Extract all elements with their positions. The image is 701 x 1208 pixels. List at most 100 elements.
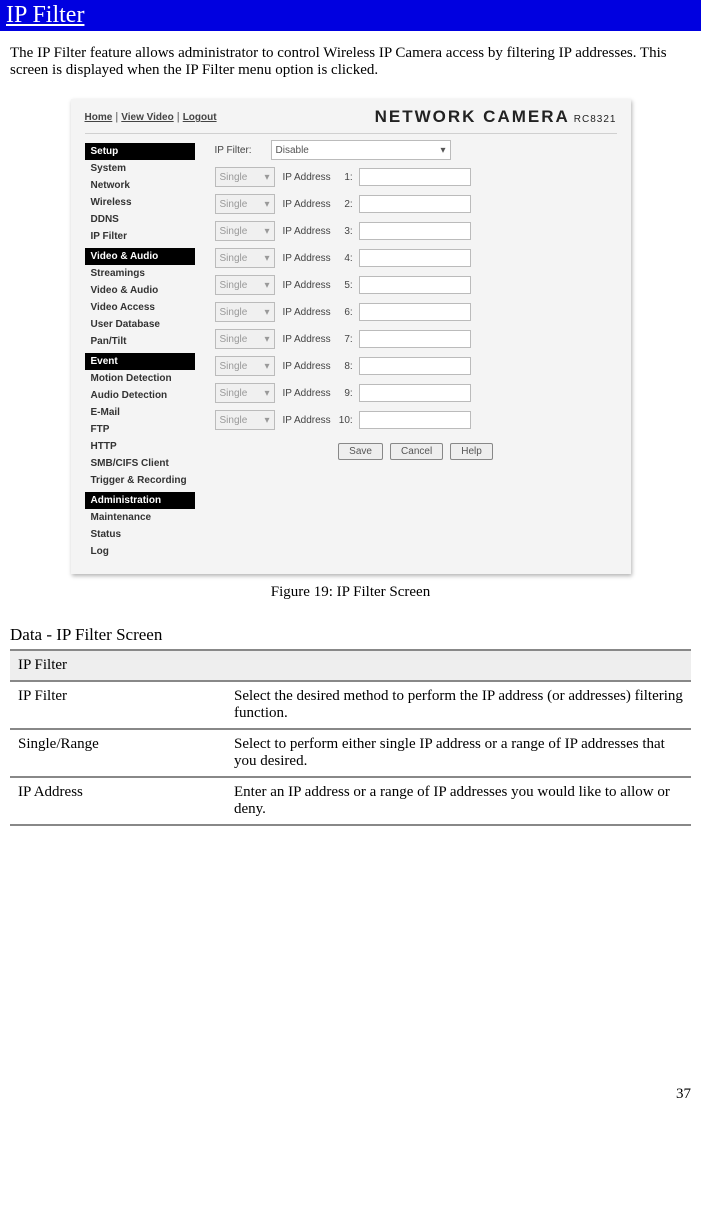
type-select[interactable]: Single▾ [215,221,275,241]
help-button[interactable]: Help [450,443,493,460]
address-label: IP Address [283,199,331,210]
save-button[interactable]: Save [338,443,383,460]
address-label: IP Address [283,388,331,399]
row-number: 7: [339,334,353,345]
address-row: Single▾IP Address10: [215,410,617,430]
address-row: Single▾ IP Address 2: [215,194,617,214]
table-key: IP Filter [10,681,226,729]
section-title: Data - IP Filter Screen [10,625,691,645]
address-label: IP Address [283,415,331,426]
type-select[interactable]: Single▾ [215,356,275,376]
address-input[interactable] [359,222,471,240]
data-table: IP Filter IP FilterSelect the desired me… [10,649,691,826]
sidebar-item[interactable]: FTP [85,421,195,438]
address-row: Single▾IP Address8: [215,356,617,376]
row-number: 2: [339,199,353,210]
chevron-down-icon: ▾ [264,361,269,372]
address-label: IP Address [283,280,331,291]
chevron-down-icon: ▾ [264,172,269,183]
address-input[interactable] [359,330,471,348]
sidebar-item[interactable]: E-Mail [85,404,195,421]
sidebar-header: Administration [85,492,195,509]
sidebar-item[interactable]: Streamings [85,265,195,282]
brand-title: NETWORK CAMERARC8321 [375,107,617,127]
address-input[interactable] [359,384,471,402]
address-label: IP Address [283,307,331,318]
chevron-down-icon: ▾ [440,145,445,156]
sidebar: SetupSystemNetworkWirelessDDNSIP Filter V… [85,140,195,560]
address-input[interactable] [359,249,471,267]
sidebar-item[interactable]: User Database [85,316,195,333]
type-select[interactable]: Single▾ [215,194,275,214]
sidebar-item[interactable]: Network [85,177,195,194]
sidebar-item[interactable]: Video Access [85,299,195,316]
address-label: IP Address [283,172,331,183]
type-select[interactable]: Single▾ [215,248,275,268]
row-number: 9: [339,388,353,399]
address-input[interactable] [359,303,471,321]
type-select[interactable]: Single▾ [215,275,275,295]
table-val: Select to perform either single IP addre… [226,729,691,777]
filter-select[interactable]: Disable▾ [271,140,451,160]
sidebar-item[interactable]: Trigger & Recording [85,472,195,489]
sidebar-item[interactable]: IP Filter [85,228,195,245]
table-group: IP Filter [10,650,691,681]
sidebar-item[interactable]: System [85,160,195,177]
chevron-down-icon: ▾ [264,307,269,318]
type-select[interactable]: Single▾ [215,383,275,403]
cancel-button[interactable]: Cancel [390,443,443,460]
sidebar-item[interactable]: Status [85,526,195,543]
chevron-down-icon: ▾ [264,388,269,399]
type-select[interactable]: Single▾ [215,410,275,430]
row-number: 5: [339,280,353,291]
sidebar-item[interactable]: DDNS [85,211,195,228]
sidebar-header: Video & Audio [85,248,195,265]
chevron-down-icon: ▾ [264,253,269,264]
address-row: Single▾IP Address6: [215,302,617,322]
sidebar-item[interactable]: Video & Audio [85,282,195,299]
address-input[interactable] [359,168,471,186]
address-row: Single▾ IP Address 1: [215,167,617,187]
row-number: 4: [339,253,353,264]
address-input[interactable] [359,411,471,429]
address-label: IP Address [283,253,331,264]
type-select[interactable]: Single▾ [215,302,275,322]
address-row: Single▾ IP Address 4: [215,248,617,268]
page-header: IP Filter [0,0,701,31]
sidebar-item[interactable]: Audio Detection [85,387,195,404]
sidebar-item[interactable]: Log [85,543,195,560]
type-select[interactable]: Single▾ [215,329,275,349]
chevron-down-icon: ▾ [264,226,269,237]
row-number: 1: [339,172,353,183]
address-input[interactable] [359,195,471,213]
figure-caption: Figure 19: IP Filter Screen [10,584,691,601]
address-row: Single▾ IP Address 9: [215,383,617,403]
row-number: 3: [339,226,353,237]
type-select[interactable]: Single▾ [215,167,275,187]
address-input[interactable] [359,276,471,294]
address-label: IP Address [283,226,331,237]
table-val: Enter an IP address or a range of IP add… [226,777,691,825]
sidebar-header: Setup [85,143,195,160]
link-view-video[interactable]: View Video [121,112,173,123]
chevron-down-icon: ▾ [264,415,269,426]
sidebar-item[interactable]: HTTP [85,438,195,455]
sidebar-item[interactable]: Motion Detection [85,370,195,387]
sidebar-item[interactable]: Wireless [85,194,195,211]
sidebar-item[interactable]: Pan/Tilt [85,333,195,350]
address-row: Single▾ IP Address 7: [215,329,617,349]
address-row: Single▾ IP Address 5: [215,275,617,295]
table-val: Select the desired method to perform the… [226,681,691,729]
link-home[interactable]: Home [85,112,113,123]
chevron-down-icon: ▾ [264,334,269,345]
chevron-down-icon: ▾ [264,280,269,291]
address-label: IP Address [283,334,331,345]
sidebar-header: Event [85,353,195,370]
top-links: Home | View Video | Logout [85,111,217,123]
row-number: 8: [339,361,353,372]
sidebar-item[interactable]: SMB/CIFS Client [85,455,195,472]
page-number: 37 [10,1086,691,1103]
address-input[interactable] [359,357,471,375]
link-logout[interactable]: Logout [183,112,217,123]
sidebar-item[interactable]: Maintenance [85,509,195,526]
